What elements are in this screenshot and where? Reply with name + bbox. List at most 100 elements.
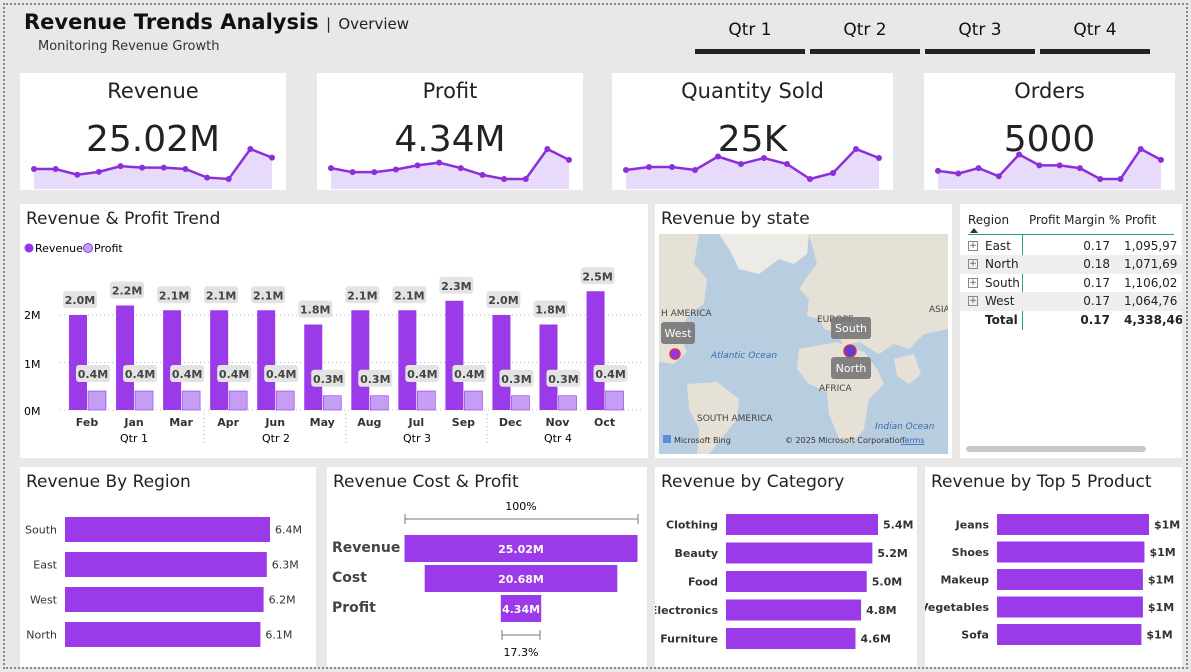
col-header-profit[interactable]: Profit (1125, 213, 1156, 227)
bar[interactable] (726, 542, 873, 564)
revenue-data-label: 2.0M (488, 294, 518, 307)
kpi-card-quantity-sold[interactable]: Quantity Sold 25K (612, 73, 893, 190)
revenue-bar[interactable] (586, 291, 605, 410)
profit-bar[interactable] (464, 390, 483, 411)
trend-chart[interactable]: Revenue Profit 2M 1M 0M 2.0M 0.4M Feb 2.2M 0… (20, 204, 648, 458)
revenue-data-label: 1.8M (300, 304, 330, 317)
bar[interactable] (997, 514, 1149, 535)
profit-data-label: 0.4M (595, 368, 625, 381)
bar[interactable] (65, 552, 267, 577)
map-bubble-south[interactable] (843, 344, 857, 358)
profit-bar[interactable] (134, 390, 154, 411)
profit-bar[interactable] (322, 395, 342, 411)
col-header-margin[interactable]: Profit Margin % (1029, 213, 1120, 227)
profit-bar[interactable] (605, 390, 624, 411)
kpi-card-profit[interactable]: Profit 4.34M (317, 73, 583, 190)
profit-bar[interactable] (511, 395, 530, 411)
bar[interactable] (65, 622, 261, 647)
profit-bar[interactable] (181, 390, 201, 411)
revenue-bar[interactable] (492, 315, 511, 410)
profit-data-label: 0.4M (266, 368, 296, 381)
table-row[interactable]: + West 0.17 1,064,76 (960, 292, 1182, 311)
product-bar-chart[interactable]: Jeans $1M Shoes $1M Makeup $1M Vegetables $1M So… (925, 467, 1182, 667)
sparkline-point (247, 146, 254, 152)
cell-total-profit: 4,338,463 (1124, 313, 1182, 327)
revenue-bar[interactable] (210, 310, 229, 410)
bar[interactable] (997, 541, 1145, 563)
kpi-card-orders[interactable]: Orders 5000 (924, 73, 1175, 190)
revenue-bar[interactable] (257, 310, 276, 410)
legend-revenue-swatch (24, 243, 34, 253)
bar[interactable] (65, 517, 270, 542)
revenue-bar[interactable] (398, 310, 417, 410)
col-header-region[interactable]: Region (968, 213, 1009, 227)
expand-icon[interactable]: + (968, 278, 978, 288)
sort-asc-icon[interactable] (970, 228, 978, 233)
funnel-value-label: 4.34M (502, 603, 540, 616)
kpi-card-revenue[interactable]: Revenue 25.02M (20, 73, 286, 190)
profit-bar[interactable] (87, 390, 107, 411)
revenue-bar[interactable] (351, 310, 370, 410)
table-horizontal-scrollbar[interactable] (966, 446, 1146, 452)
expand-icon[interactable]: + (968, 259, 978, 269)
qtr4-slicer-button[interactable]: Qtr 4 (1040, 20, 1150, 54)
cell-margin: 0.17 (1083, 276, 1110, 290)
expand-icon[interactable]: + (968, 241, 978, 251)
category-bar-chart[interactable]: Clothing 5.4M Beauty 5.2M Food 5.0M Electronic… (655, 467, 917, 667)
profit-bar[interactable] (369, 395, 389, 411)
bar[interactable] (726, 628, 856, 649)
revenue-data-label: 1.8M (535, 304, 565, 317)
revenue-bar[interactable] (445, 300, 464, 410)
funnel-chart[interactable]: 100% 17.3% Revenue 25.02M Cost 20.68M Profit… (327, 467, 647, 667)
bar[interactable] (997, 596, 1143, 618)
qtr3-slicer-button[interactable]: Qtr 3 (925, 20, 1035, 54)
table-row[interactable]: + East 0.17 1,095,97 (960, 237, 1182, 256)
profit-bar[interactable] (417, 390, 436, 411)
sparkline-point (1097, 176, 1104, 182)
region-bar-chart[interactable]: South 6.4M East 6.3M West 6.2M North 6.1M (20, 467, 316, 667)
bar[interactable] (726, 571, 867, 592)
map-bubble-west[interactable] (669, 348, 681, 360)
quarter-label-3: Qtr 3 (403, 432, 431, 445)
table-row[interactable]: + North 0.18 1,071,69 (960, 255, 1182, 274)
cell-region: East (985, 239, 1011, 253)
revenue-bar[interactable] (539, 324, 558, 411)
x-tick-label: Nov (546, 416, 571, 429)
table-row[interactable]: + South 0.17 1,106,02 (960, 274, 1182, 293)
bar[interactable] (65, 587, 264, 612)
sparkline-point (784, 161, 790, 167)
bar[interactable] (726, 514, 878, 535)
revenue-bar[interactable] (69, 315, 87, 410)
kpi-label: Quantity Sold (681, 79, 824, 103)
value-label: 4.8M (866, 604, 896, 617)
profit-bar[interactable] (558, 395, 577, 411)
sparkline-point (95, 168, 102, 175)
sparkline-point (328, 165, 334, 172)
x-tick-label: Jul (407, 416, 424, 429)
cell-profit: 1,071,69 (1124, 257, 1178, 271)
bar[interactable] (997, 624, 1142, 645)
revenue-bar[interactable] (304, 324, 323, 411)
category-label: West (30, 594, 58, 607)
kpi-sparkline (328, 146, 572, 189)
bar[interactable] (726, 599, 862, 621)
y-tick-1m: 1M (24, 358, 41, 371)
sparkline-point (995, 173, 1002, 180)
revenue-bar[interactable] (116, 305, 135, 411)
map-terms-link[interactable]: Terms (900, 436, 925, 445)
profit-bar[interactable] (275, 390, 295, 411)
sparkline-point (349, 169, 356, 176)
profit-bar[interactable] (228, 390, 248, 411)
qtr2-slicer-button[interactable]: Qtr 2 (810, 20, 920, 54)
qtr1-slicer-button[interactable]: Qtr 1 (695, 20, 805, 54)
cell-margin: 0.18 (1083, 257, 1110, 271)
sparkline-point (544, 146, 551, 152)
bar[interactable] (997, 569, 1143, 590)
expand-icon[interactable]: + (968, 296, 978, 306)
revenue-map[interactable]: H AMERICA EUROPE ASIA AFRICA SOUTH AMERI… (659, 234, 948, 454)
revenue-bar[interactable] (163, 310, 182, 410)
map-callout-west-label: West (664, 327, 692, 340)
legend-revenue-label: Revenue (35, 242, 83, 255)
category-label: Sofa (961, 629, 989, 642)
value-label: $1M (1149, 546, 1175, 559)
